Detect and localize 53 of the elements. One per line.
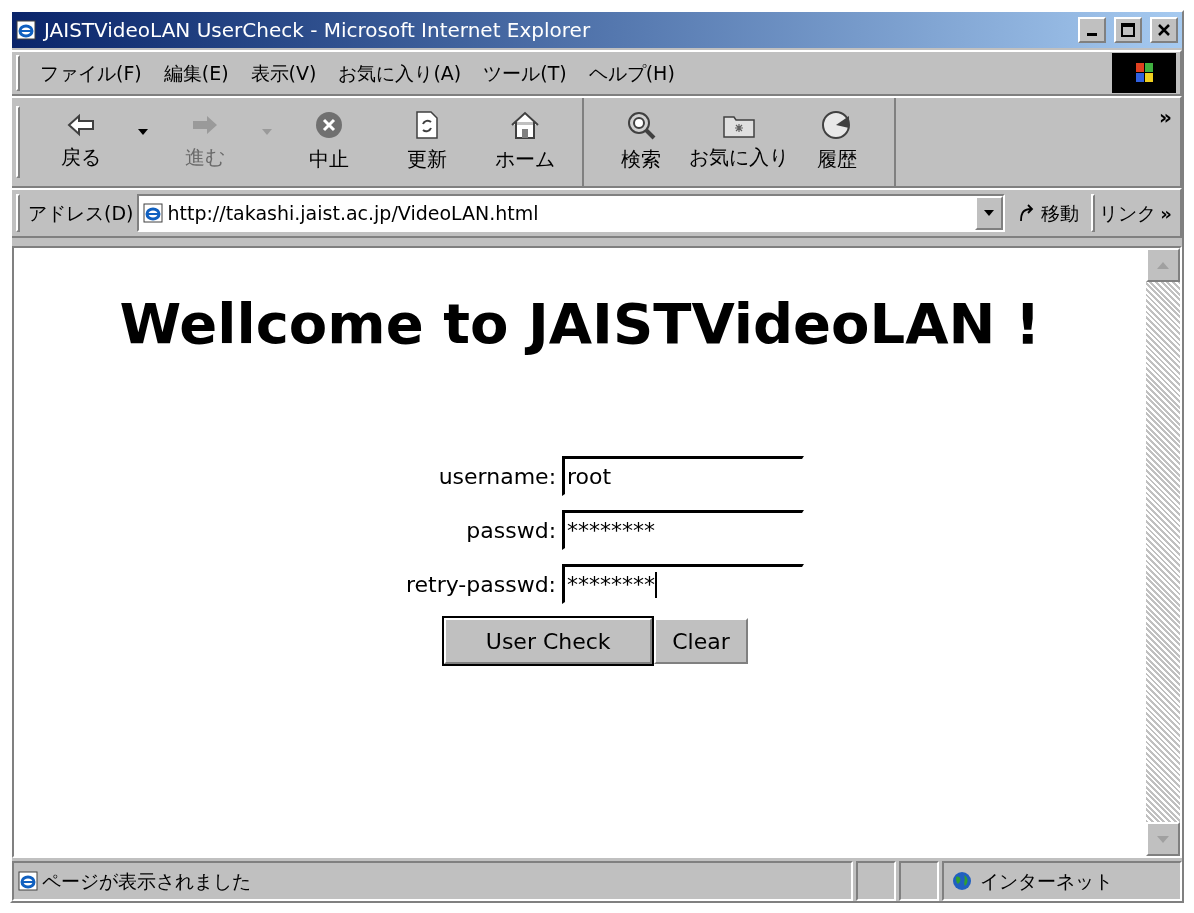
field-label: username:	[437, 462, 557, 491]
page-icon	[18, 871, 38, 891]
back-arrow-icon	[66, 112, 96, 138]
menu-item[interactable]: 編集(E)	[159, 58, 233, 88]
status-message: ページが表示されました	[42, 868, 251, 894]
close-button[interactable]	[1150, 17, 1178, 43]
menu-item[interactable]: お気に入り(A)	[334, 58, 466, 88]
security-zone: インターネット	[980, 868, 1113, 894]
toolbar-button[interactable]: 中止	[280, 102, 378, 182]
browser-logo-icon	[16, 20, 36, 40]
menu-item[interactable]: ファイル(F)	[36, 58, 146, 88]
field-label: retry-passwd:	[405, 570, 557, 599]
minimize-icon	[1087, 32, 1097, 36]
form-button[interactable]: Clear	[654, 618, 748, 664]
home-icon	[509, 110, 541, 140]
more-chevron[interactable]: »	[1159, 102, 1172, 132]
field-label: passwd:	[465, 516, 557, 545]
toolbar-button[interactable]: お気に入り	[690, 102, 788, 182]
toolbar-button[interactable]: 履歴	[788, 102, 886, 182]
page-heading: Wellcome to JAISTVideoLAN !	[119, 290, 1041, 358]
window-title: JAISTVideoLAN UserCheck - Microsoft Internet Explorer	[44, 17, 592, 44]
status-panel	[899, 861, 939, 901]
menu-item[interactable]: ヘルプ(H)	[584, 58, 679, 88]
text-field[interactable]: root	[562, 456, 805, 496]
search-icon	[626, 110, 656, 140]
menu-item[interactable]: ツール(T)	[479, 58, 571, 88]
form-button[interactable]: User Check	[444, 618, 653, 664]
toolbar-button[interactable]: 戻る	[32, 102, 130, 182]
refresh-page-icon	[414, 110, 440, 140]
address-field[interactable]: http://takashi.jaist.ac.jp/VideoLAN.html	[137, 194, 1006, 232]
toolbar-button[interactable]: 検索	[592, 102, 690, 182]
maximize-icon	[1121, 23, 1135, 37]
page-icon	[143, 203, 164, 223]
maximize-button[interactable]	[1114, 17, 1142, 43]
text-field[interactable]: ********	[562, 564, 805, 604]
windows-logo-icon	[1112, 53, 1176, 93]
menu-item[interactable]: 表示(V)	[246, 58, 321, 88]
globe-icon	[952, 871, 972, 891]
address-label: アドレス(D)	[28, 200, 134, 226]
close-icon	[1157, 23, 1171, 37]
dropdown-caret-icon[interactable]	[138, 129, 148, 135]
status-panel	[856, 861, 896, 901]
caret-icon	[984, 210, 995, 216]
toolbar-button[interactable]: 更新	[378, 102, 476, 182]
more-chevron[interactable]: »	[1160, 199, 1180, 227]
go-button[interactable]: 移動	[1009, 198, 1088, 228]
links-label[interactable]: リンク	[1099, 198, 1157, 228]
dropdown-button[interactable]	[975, 196, 1004, 230]
minimize-button[interactable]	[1078, 17, 1106, 43]
toolbar-button[interactable]: ホーム	[476, 102, 574, 182]
stop-icon	[314, 110, 344, 140]
text-field[interactable]: ********	[562, 510, 805, 550]
clock-icon	[821, 110, 853, 140]
